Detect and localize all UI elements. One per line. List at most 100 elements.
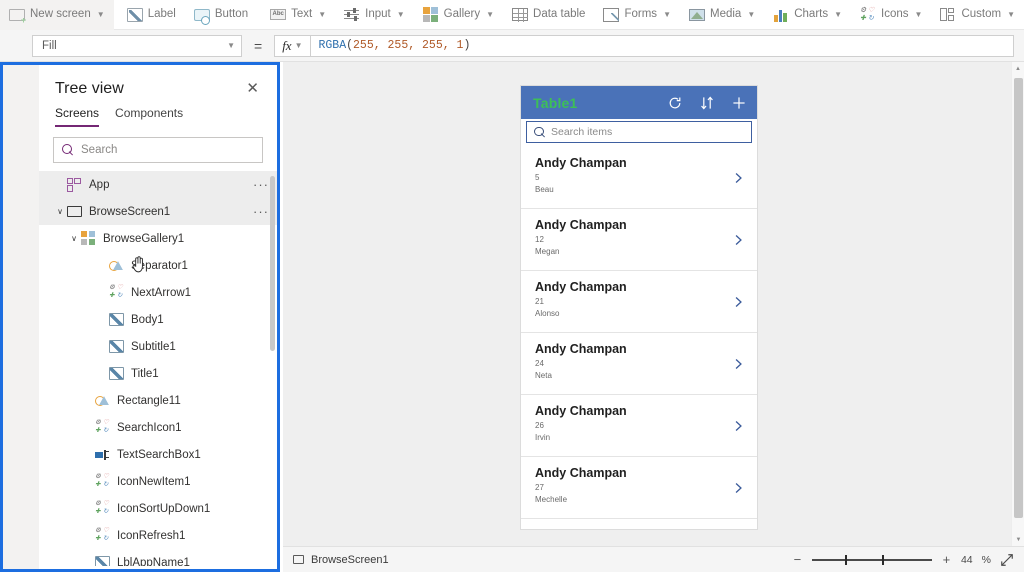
shape-icon xyxy=(95,394,110,407)
tree-item-title1[interactable]: Title1 xyxy=(39,360,277,387)
powerapps-studio: New screen ▼ Label Button Abc Text ▼ Inp… xyxy=(0,0,1024,572)
toolbar-item-label: Text xyxy=(291,7,313,20)
gallery-item[interactable]: Andy Champan 27 Mechelle xyxy=(521,457,757,519)
chevron-down-icon: ▼ xyxy=(663,10,671,19)
gallery-icon xyxy=(81,231,96,246)
gallery-item[interactable]: Andy Champan 21 Alonso xyxy=(521,271,757,333)
zoom-out-button[interactable]: − xyxy=(792,553,803,566)
toolbar-item-label: Button xyxy=(214,7,249,20)
tree-item-textsearchbox1[interactable]: TextSearchBox1 xyxy=(39,441,277,468)
gallery-item[interactable]: Andy Champan 26 Irvin xyxy=(521,395,757,457)
fullscreen-icon[interactable] xyxy=(1000,553,1014,567)
gallery-item-body: Irvin xyxy=(535,433,551,442)
toolbar-charts[interactable]: Charts ▼ xyxy=(764,0,851,30)
status-screen-selector[interactable]: BrowseScreen1 xyxy=(293,554,389,566)
gallery-item[interactable]: Andy Champan 12 Megan xyxy=(521,209,757,271)
zoom-slider-tick xyxy=(881,554,884,565)
toolbar-data-table[interactable]: Data table xyxy=(503,0,594,30)
toolbar-item-label: Charts xyxy=(794,7,829,20)
formula-input[interactable]: RGBA(255, 255, 255, 1) xyxy=(309,34,1014,57)
icon-control-icon: ⚙ ♡ ✚ ↻ xyxy=(95,473,109,488)
next-arrow-icon[interactable] xyxy=(732,233,745,246)
chevron-down-icon: ▼ xyxy=(486,10,495,19)
toolbar-label[interactable]: Label xyxy=(118,0,185,30)
toolbar-custom[interactable]: Custom ▼ xyxy=(931,0,1024,30)
scroll-up-icon[interactable]: ▲ xyxy=(1012,62,1024,75)
app-canvas[interactable]: Table1 Search items Andy Champan 5 Beau … xyxy=(283,62,1011,546)
tree-search-container: Search xyxy=(39,127,277,171)
toolbar-input[interactable]: Input ▼ xyxy=(335,0,414,30)
next-arrow-icon[interactable] xyxy=(732,419,745,432)
screen-icon xyxy=(293,555,304,564)
tree-item-body1[interactable]: Body1 xyxy=(39,306,277,333)
browse-gallery: Andy Champan 5 Beau Andy Champan 12 Mega… xyxy=(521,147,757,519)
tree-item-rectangle11[interactable]: Rectangle11 xyxy=(39,387,277,414)
tree-item-list: App ··· ∨ BrowseScreen1 ··· ∨ BrowseGall… xyxy=(39,171,277,566)
chevron-down-icon: ▼ xyxy=(1007,10,1015,19)
tree-item-label: BrowseScreen1 xyxy=(89,205,171,218)
icon-control-icon: ⚙ ♡ ✚ ↻ xyxy=(95,419,109,434)
toolbar-forms[interactable]: Forms ▼ xyxy=(594,0,680,30)
zoom-slider-handle[interactable] xyxy=(844,554,847,565)
expand-caret[interactable]: ∨ xyxy=(53,207,67,216)
screen-preview[interactable]: Table1 Search items Andy Champan 5 Beau … xyxy=(521,86,757,529)
toolbar-new-screen[interactable]: New screen ▼ xyxy=(0,0,114,30)
property-selector-value: Fill xyxy=(42,39,57,52)
tab-components[interactable]: Components xyxy=(115,106,183,127)
gallery-item-subtitle: 27 xyxy=(535,483,544,492)
tree-item-nextarrow1[interactable]: ⚙ ♡ ✚ ↻ NextArrow1 xyxy=(39,279,277,306)
tree-scrollbar-thumb[interactable] xyxy=(270,176,275,351)
sort-icon[interactable] xyxy=(699,95,715,111)
overflow-menu-icon[interactable]: ··· xyxy=(253,205,269,218)
close-icon[interactable]: ✕ xyxy=(242,79,263,98)
chevron-down-icon: ▼ xyxy=(396,10,405,19)
overflow-menu-icon[interactable]: ··· xyxy=(253,178,269,191)
tree-item-app[interactable]: App ··· xyxy=(39,171,277,198)
tree-item-separator1[interactable]: Separator1 xyxy=(39,252,277,279)
gallery-item[interactable]: Andy Champan 5 Beau xyxy=(521,147,757,209)
scrollbar-thumb[interactable] xyxy=(1014,78,1023,518)
toolbar-text[interactable]: Abc Text ▼ xyxy=(261,0,335,30)
property-selector[interactable]: Fill ▼ xyxy=(32,34,242,57)
app-header: Table1 xyxy=(521,86,757,119)
gallery-item-title: Andy Champan xyxy=(535,466,627,480)
tree-item-subtitle1[interactable]: Subtitle1 xyxy=(39,333,277,360)
tree-item-lblappname1[interactable]: LblAppName1 xyxy=(39,549,277,566)
tree-item-browsegallery1[interactable]: ∨ BrowseGallery1 xyxy=(39,225,277,252)
media-icon xyxy=(688,8,705,21)
tab-screens[interactable]: Screens xyxy=(55,106,100,127)
canvas-scrollbar[interactable]: ▲ ▼ xyxy=(1011,62,1024,546)
tree-search-input[interactable]: Search xyxy=(53,137,263,163)
tree-item-browsescreen1[interactable]: ∨ BrowseScreen1 ··· xyxy=(39,198,277,225)
toolbar-gallery[interactable]: Gallery ▼ xyxy=(414,0,503,30)
next-arrow-icon[interactable] xyxy=(732,357,745,370)
scroll-down-icon[interactable]: ▼ xyxy=(1012,533,1024,546)
toolbar-button[interactable]: Button xyxy=(185,0,257,30)
gallery-item-subtitle: 24 xyxy=(535,359,544,368)
tree-item-label: App xyxy=(89,178,110,191)
tree-item-label: SearchIcon1 xyxy=(117,421,182,434)
toolbar-media[interactable]: Media ▼ xyxy=(680,0,764,30)
expand-caret[interactable]: ∨ xyxy=(67,234,81,243)
fx-button[interactable]: fx ▼ xyxy=(274,34,310,57)
tree-item-label: BrowseGallery1 xyxy=(103,232,185,245)
tree-item-iconsortupdown1[interactable]: ⚙ ♡ ✚ ↻ IconSortUpDown1 xyxy=(39,495,277,522)
formula-bar: Fill ▼ = fx ▼ RGBA(255, 255, 255, 1) xyxy=(0,30,1024,62)
tree-item-searchicon1[interactable]: ⚙ ♡ ✚ ↻ SearchIcon1 xyxy=(39,414,277,441)
tree-item-iconrefresh1[interactable]: ⚙ ♡ ✚ ↻ IconRefresh1 xyxy=(39,522,277,549)
zoom-slider[interactable] xyxy=(811,553,932,567)
next-arrow-icon[interactable] xyxy=(732,295,745,308)
input-icon xyxy=(344,7,360,23)
app-header-actions xyxy=(667,95,747,111)
gallery-item[interactable]: Andy Champan 24 Neta xyxy=(521,333,757,395)
next-arrow-icon[interactable] xyxy=(732,481,745,494)
status-screen-name: BrowseScreen1 xyxy=(311,553,389,566)
chevron-down-icon: ▼ xyxy=(834,10,843,19)
search-items-input[interactable]: Search items xyxy=(526,121,752,143)
tree-item-iconnewitem1[interactable]: ⚙ ♡ ✚ ↻ IconNewItem1 xyxy=(39,468,277,495)
next-arrow-icon[interactable] xyxy=(732,171,745,184)
toolbar-icons[interactable]: ⚙ ♡ ✚ ↻ Icons ▼ xyxy=(851,0,931,30)
zoom-in-button[interactable]: + xyxy=(941,553,952,566)
add-icon[interactable] xyxy=(731,95,747,111)
refresh-icon[interactable] xyxy=(667,95,683,111)
